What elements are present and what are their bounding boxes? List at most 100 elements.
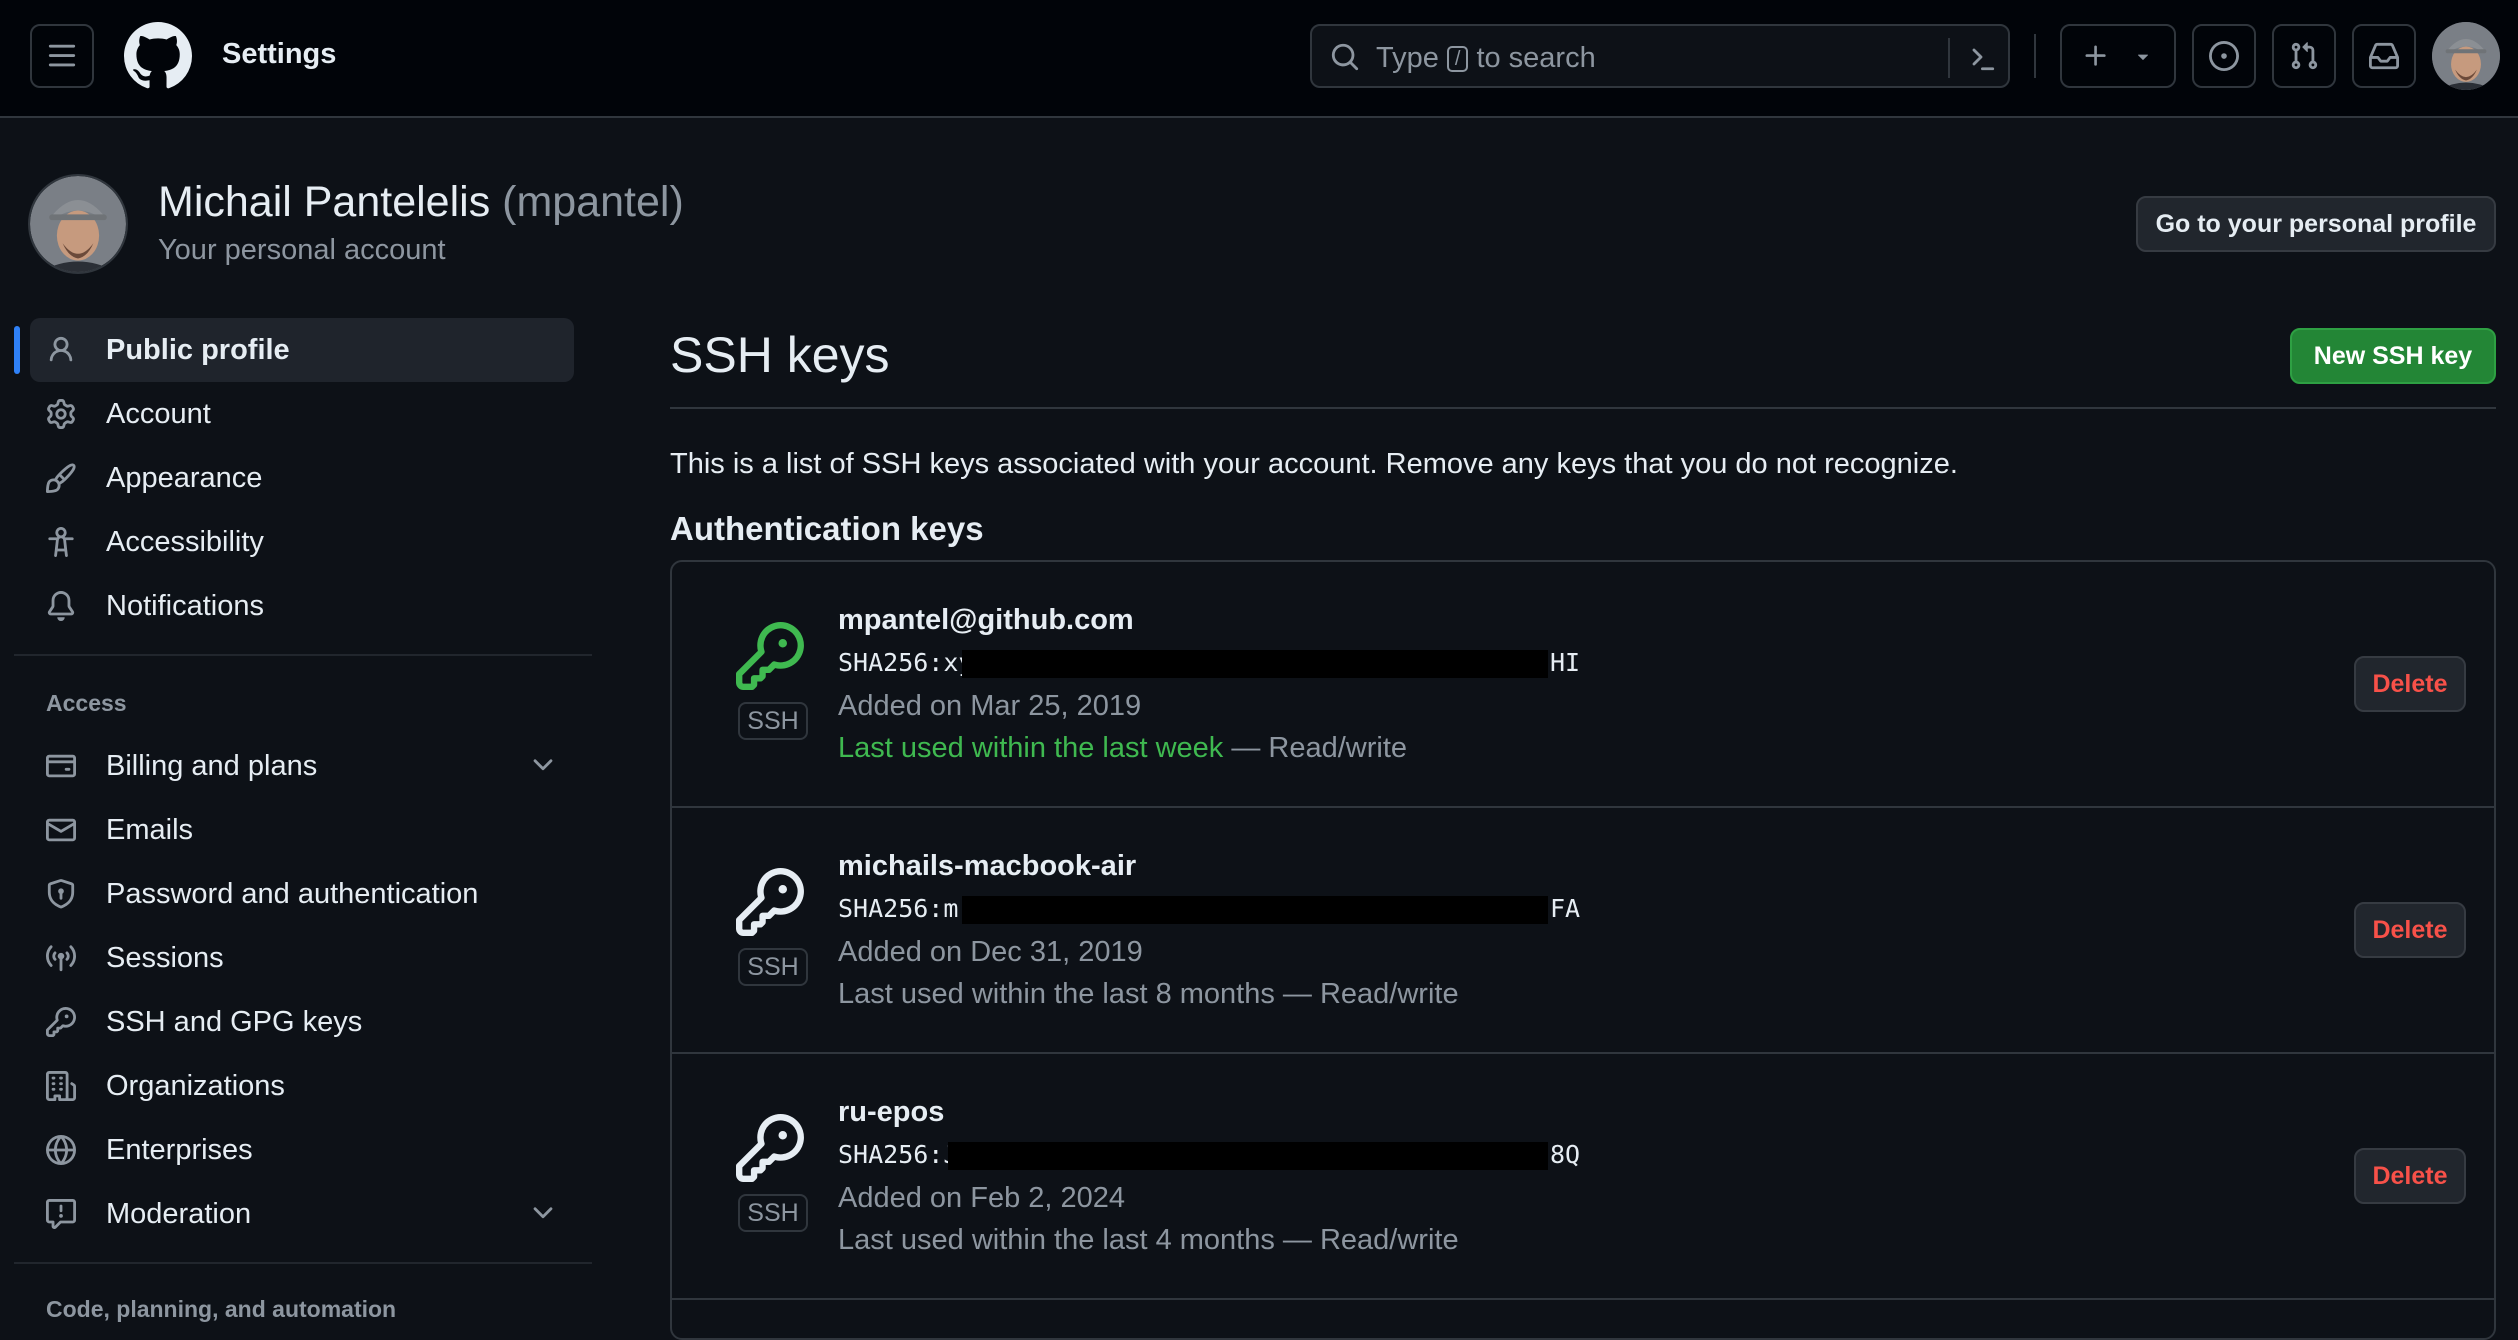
key-fingerprint-end: FA [1550, 894, 1581, 923]
credit-card-icon [44, 749, 78, 783]
ssh-key-row: SSH michails-macbook-air SHA256:m( FA Ad… [672, 808, 2494, 1054]
search-icon [1331, 43, 1359, 71]
global-header: Settings Type / to search [0, 0, 2518, 118]
mail-icon [44, 813, 78, 847]
search-divider [1948, 38, 1950, 78]
sidebar-item-password-authentication[interactable]: Password and authentication [30, 862, 574, 926]
fingerprint-redaction [948, 1142, 1548, 1170]
chevron-down-icon [533, 1207, 553, 1219]
key-last-used: Last used within the last 4 months — Rea… [838, 1224, 1459, 1257]
issues-button[interactable] [2192, 24, 2256, 88]
sidebar-item-accessibility[interactable]: Accessibility [30, 510, 574, 574]
paintbrush-icon [44, 461, 78, 495]
pull-requests-button[interactable] [2272, 24, 2336, 88]
ssh-keys-list: SSH mpantel@github.com SHA256:xy HI Adde… [670, 560, 2496, 1340]
new-ssh-key-button[interactable]: New SSH key [2290, 328, 2496, 384]
last-used-rest: Last used within the last 8 months — Rea… [838, 978, 1459, 1010]
profile-avatar[interactable] [28, 174, 128, 274]
sidebar-item-label: SSH and GPG keys [106, 1005, 363, 1038]
sidebar-item-organizations[interactable]: Organizations [30, 1054, 574, 1118]
sidebar-item-ssh-gpg-keys[interactable]: SSH and GPG keys [30, 990, 574, 1054]
globe-icon [44, 1133, 78, 1167]
sidebar-item-sessions[interactable]: Sessions [30, 926, 574, 990]
key-title: ru-epos [838, 1096, 945, 1128]
menu-button[interactable] [30, 24, 94, 88]
organization-icon [44, 1069, 78, 1103]
search-shortcut-key: / [1446, 45, 1469, 72]
person-icon [44, 333, 78, 367]
sidebar-divider [14, 654, 592, 656]
sidebar-item-label: Emails [106, 813, 194, 846]
header-context-title[interactable]: Settings [222, 38, 336, 71]
ssh-type-badge: SSH [738, 948, 808, 986]
profile-display-name: Michail Pantelelis [158, 178, 491, 226]
key-fingerprint: SHA256:xy [838, 648, 974, 677]
search-suffix: to search [1476, 42, 1596, 74]
sidebar-item-emails[interactable]: Emails [30, 798, 574, 862]
sidebar-heading-access: Access [46, 690, 127, 716]
ssh-type-badge: SSH [738, 1194, 808, 1232]
bell-icon [44, 589, 78, 623]
command-palette-icon[interactable] [1966, 42, 1996, 72]
sidebar-item-label: Sessions [106, 941, 224, 974]
last-used-recent: Last used within the last week [838, 732, 1224, 764]
sidebar-item-label: Public profile [106, 333, 290, 366]
key-icon [736, 868, 804, 936]
inbox-icon [2369, 42, 2399, 70]
sidebar-item-label: Notifications [106, 589, 264, 622]
key-last-used: Last used within the last 8 months — Rea… [838, 978, 1459, 1011]
page-title: SSH keys [670, 327, 890, 383]
sidebar-item-label: Password and authentication [106, 877, 479, 910]
delete-key-button[interactable]: Delete [2354, 656, 2466, 712]
sidebar-item-label: Account [106, 397, 211, 430]
header-divider [2034, 34, 2036, 78]
key-fingerprint-end: HI [1550, 648, 1581, 677]
go-to-profile-button[interactable]: Go to your personal profile [2136, 196, 2496, 252]
key-title: mpantel@github.com [838, 604, 1134, 636]
shield-lock-icon [44, 877, 78, 911]
github-logo-icon[interactable] [124, 22, 192, 90]
key-fingerprint-end: 8Q [1550, 1140, 1581, 1169]
ssh-key-row: SSH mpantel@github.com SHA256:xy HI Adde… [672, 562, 2494, 808]
row-divider [672, 1298, 2494, 1300]
search-placeholder: Type / to search [1376, 42, 1596, 75]
key-icon [44, 1005, 78, 1039]
active-indicator [14, 326, 20, 374]
delete-key-button[interactable]: Delete [2354, 1148, 2466, 1204]
sidebar-item-public-profile[interactable]: Public profile [30, 318, 574, 382]
notifications-inbox-button[interactable] [2352, 24, 2416, 88]
sidebar-item-notifications[interactable]: Notifications [30, 574, 574, 638]
key-added-date: Added on Mar 25, 2019 [838, 690, 1142, 722]
title-divider [670, 407, 2496, 409]
sidebar-item-account[interactable]: Account [30, 382, 574, 446]
key-icon [736, 1114, 804, 1182]
issue-opened-icon [2209, 41, 2239, 71]
git-pull-request-icon [2291, 42, 2318, 70]
authentication-keys-heading: Authentication keys [670, 510, 984, 547]
broadcast-icon [44, 941, 78, 975]
fingerprint-redaction [962, 896, 1548, 924]
chevron-down-icon [533, 759, 553, 771]
sidebar-item-label: Enterprises [106, 1133, 253, 1166]
key-fingerprint: SHA256:J [838, 1140, 959, 1169]
key-fingerprint: SHA256:m( [838, 894, 974, 923]
sidebar-item-appearance[interactable]: Appearance [30, 446, 574, 510]
last-used-rest: — Read/write [1223, 732, 1408, 764]
profile-subtitle: Your personal account [158, 234, 446, 266]
sidebar-item-billing[interactable]: Billing and plans [30, 734, 574, 798]
key-title: michails-macbook-air [838, 850, 1137, 882]
delete-key-button[interactable]: Delete [2354, 902, 2466, 958]
sidebar-item-moderation[interactable]: Moderation [30, 1182, 574, 1246]
key-last-used: Last used within the last week — Read/wr… [838, 732, 1407, 765]
accessibility-icon [44, 525, 78, 559]
profile-handle: (mpantel) [502, 178, 684, 226]
create-new-button[interactable] [2060, 24, 2176, 88]
sidebar-heading-code-planning: Code, planning, and automation [46, 1296, 397, 1322]
key-added-date: Added on Dec 31, 2019 [838, 936, 1143, 968]
key-icon [736, 622, 804, 690]
ssh-key-row: SSH ru-epos SHA256:J 8Q Added on Feb 2, … [672, 1054, 2494, 1300]
sidebar-item-enterprises[interactable]: Enterprises [30, 1118, 574, 1182]
sidebar-item-label: Billing and plans [106, 749, 318, 782]
user-avatar[interactable] [2432, 22, 2500, 90]
search-input[interactable]: Type / to search [1310, 24, 2010, 88]
